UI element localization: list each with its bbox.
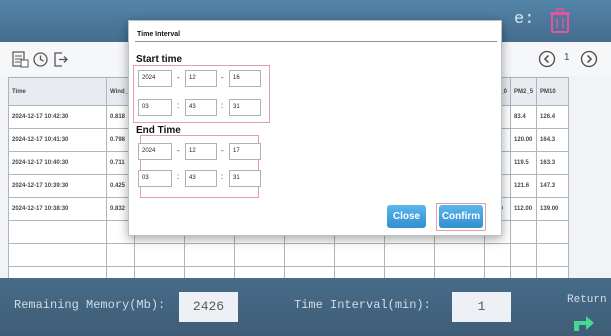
end-year-field[interactable]: 2024 xyxy=(138,143,172,160)
confirm-button[interactable]: Confirm xyxy=(439,205,483,228)
end-hour-field[interactable]: 03 xyxy=(138,170,172,187)
start-year-field[interactable]: 2024 xyxy=(138,70,172,87)
time-separator: : xyxy=(177,172,180,181)
date-separator: - xyxy=(221,73,224,82)
date-separator: - xyxy=(177,73,180,82)
time-separator: : xyxy=(177,101,180,110)
end-month-field[interactable]: 12 xyxy=(185,143,217,160)
start-month-field[interactable]: 12 xyxy=(185,70,217,87)
date-separator: - xyxy=(177,146,180,155)
close-button[interactable]: Close xyxy=(387,205,426,228)
start-minute-field[interactable]: 43 xyxy=(185,99,217,116)
time-interval-dialog: Time Interval Start time 2024 - 12 - 16 … xyxy=(128,20,502,236)
start-day-field[interactable]: 16 xyxy=(229,70,261,87)
time-separator: : xyxy=(221,101,224,110)
date-separator: - xyxy=(221,146,224,155)
end-day-field[interactable]: 17 xyxy=(229,143,261,160)
time-separator: : xyxy=(221,172,224,181)
end-second-field[interactable]: 31 xyxy=(229,170,261,187)
start-time-label: Start time xyxy=(136,54,183,65)
start-hour-field[interactable]: 03 xyxy=(138,99,172,116)
history-screen: e: 1 Time Wind_ PM2_5 PM10 2024-12-17 10… xyxy=(0,0,611,336)
dialog-title: Time Interval xyxy=(137,31,181,38)
title-divider xyxy=(135,41,497,42)
end-minute-field[interactable]: 43 xyxy=(185,170,217,187)
start-second-field[interactable]: 31 xyxy=(229,99,261,116)
